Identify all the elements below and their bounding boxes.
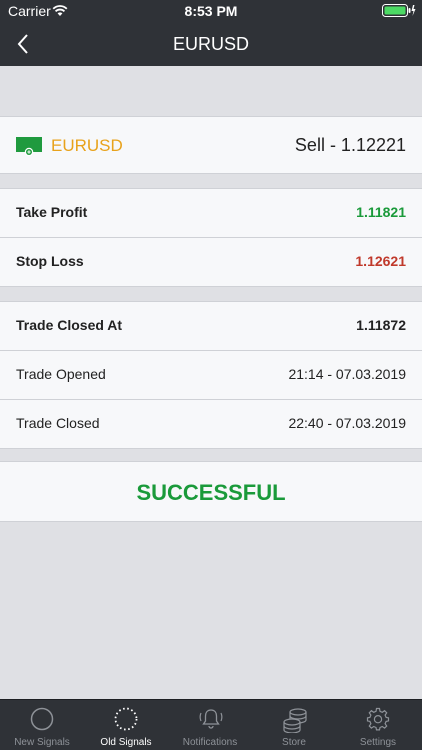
bell-icon: [199, 709, 223, 729]
take-profit-label: Take Profit: [16, 204, 88, 220]
trade-opened-row: Trade Opened 21:14 - 07.03.2019: [0, 351, 422, 400]
trade-closed-at-row: Trade Closed At 1.11872: [0, 302, 422, 351]
tab-notifications[interactable]: Notifications: [168, 700, 252, 750]
signal-side-price: Sell - 1.12221: [294, 135, 406, 155]
tab-label: Old Signals: [100, 737, 152, 748]
tab-new-signals[interactable]: New Signals: [0, 700, 84, 750]
trade-closed-label: Trade Closed: [16, 415, 100, 431]
stop-loss-row: Stop Loss 1.12621: [0, 238, 422, 286]
battery-icon: [382, 4, 416, 20]
trade-closed-at-value: 1.11872: [356, 317, 406, 333]
take-profit-row: Take Profit 1.11821: [0, 189, 422, 238]
trade-details-card: Trade Closed At 1.11872 Trade Opened 21:…: [0, 301, 422, 449]
take-profit-value: 1.11821: [356, 204, 406, 220]
coins-icon: [283, 708, 307, 733]
tab-label: Notifications: [182, 737, 238, 748]
stop-loss-value: 1.12621: [355, 253, 406, 269]
tab-old-signals[interactable]: Old Signals: [84, 700, 168, 750]
targets-card: Take Profit 1.11821 Stop Loss 1.12621: [0, 188, 422, 287]
status-bar: Carrier 8:53 PM: [0, 0, 422, 22]
screen: Carrier 8:53 PM EURUSD EURUSD Sell - 1.1…: [0, 0, 422, 750]
stop-loss-label: Stop Loss: [16, 253, 84, 269]
money-bill-icon: [16, 137, 42, 162]
result-card: SUCCESSFUL: [0, 461, 422, 522]
result-status: SUCCESSFUL: [136, 480, 286, 505]
circle-icon: [30, 707, 54, 731]
trade-closed-row: Trade Closed 22:40 - 07.03.2019: [0, 400, 422, 448]
page-title: EURUSD: [172, 34, 249, 54]
trade-opened-label: Trade Opened: [16, 366, 106, 382]
pair-name: EURUSD: [51, 136, 123, 155]
tab-label: New Signals: [14, 737, 70, 748]
dotted-circle-icon: [114, 707, 138, 731]
tab-settings[interactable]: Settings: [336, 700, 420, 750]
pair-card: EURUSD Sell - 1.12221: [0, 116, 422, 174]
trade-opened-value: 21:14 - 07.03.2019: [288, 366, 406, 382]
top-bar: Carrier 8:53 PM EURUSD: [0, 0, 422, 66]
trade-closed-value: 22:40 - 07.03.2019: [288, 415, 406, 431]
tab-bar: New Signals Old Signals Notifications St…: [0, 699, 422, 750]
tab-label: Store: [282, 737, 306, 748]
clock-label: 8:53 PM: [184, 3, 238, 19]
trade-closed-at-label: Trade Closed At: [16, 317, 123, 333]
tab-store[interactable]: Store: [252, 700, 336, 750]
tab-label: Settings: [359, 737, 397, 748]
gear-icon: [366, 707, 390, 731]
